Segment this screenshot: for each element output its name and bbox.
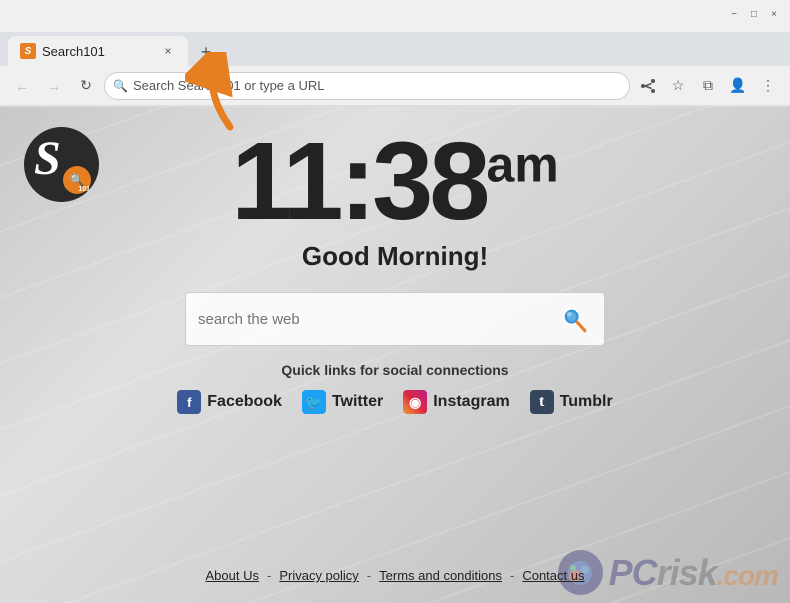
extensions-button[interactable]: ⧉ (694, 72, 722, 100)
terms-conditions-link[interactable]: Terms and conditions (379, 568, 502, 583)
reload-button[interactable]: ↻ (72, 72, 100, 100)
footer-sep-2: - (367, 568, 371, 583)
instagram-link[interactable]: ◉ Instagram (403, 390, 509, 414)
tab-bar: S Search101 × + (0, 32, 790, 66)
clock-container: 11:38am (231, 127, 559, 237)
minimize-button[interactable]: − (726, 6, 742, 22)
logo-s-letter: S (34, 131, 61, 186)
page-content: S 🔍 101 11:38am Good Morning! (0, 107, 790, 603)
new-tab-button[interactable]: + (192, 38, 220, 66)
privacy-policy-link[interactable]: Privacy policy (279, 568, 358, 583)
search-input[interactable] (198, 311, 548, 328)
search101-logo[interactable]: S 🔍 101 (24, 127, 99, 202)
search-container (185, 292, 605, 346)
search-magnifier-icon (560, 305, 588, 333)
clock-ampm: am (487, 136, 559, 192)
facebook-icon: f (177, 390, 201, 414)
active-tab[interactable]: S Search101 × (8, 36, 188, 66)
toolbar: ← → ↻ 🔍 Search Search101 or type a URL ☆… (0, 66, 790, 106)
instagram-icon: ◉ (403, 390, 427, 414)
greeting-text: Good Morning! (302, 241, 488, 272)
profile-button[interactable]: 👤 (724, 72, 752, 100)
bookmark-button[interactable]: ☆ (664, 72, 692, 100)
address-text: Search Search101 or type a URL (133, 78, 325, 93)
instagram-label: Instagram (433, 393, 509, 411)
social-links: f Facebook 🐦 Twitter ◉ Instagram t Tumbl… (177, 390, 612, 414)
pcrisk-text: PCrisk.com (609, 552, 778, 594)
toolbar-actions: ☆ ⧉ 👤 ⋮ (634, 72, 782, 100)
quick-links-label: Quick links for social connections (281, 362, 508, 378)
footer-sep-1: - (267, 568, 271, 583)
address-bar[interactable]: 🔍 Search Search101 or type a URL (104, 72, 630, 100)
forward-button[interactable]: → (40, 72, 68, 100)
tab-favicon: S (20, 43, 36, 59)
menu-button[interactable]: ⋮ (754, 72, 782, 100)
logo-101-text: 101 (78, 186, 90, 193)
close-button[interactable]: × (766, 6, 782, 22)
clock-time-value: 11:38 (231, 120, 486, 243)
tumblr-icon: t (530, 390, 554, 414)
share-button[interactable] (634, 72, 662, 100)
footer-links: About Us - Privacy policy - Terms and co… (206, 568, 585, 583)
search-input-wrapper (185, 292, 605, 346)
com-text: .com (717, 560, 778, 591)
title-bar: − □ × (0, 0, 790, 32)
search-icon: 🔍 (113, 79, 128, 93)
facebook-label: Facebook (207, 393, 282, 411)
tab-close-button[interactable]: × (160, 43, 176, 59)
tab-title: Search101 (42, 44, 105, 59)
pc-text: PC (609, 552, 657, 593)
twitter-icon: 🐦 (302, 390, 326, 414)
footer-sep-3: - (510, 568, 514, 583)
maximize-button[interactable]: □ (746, 6, 762, 22)
twitter-label: Twitter (332, 393, 383, 411)
back-button[interactable]: ← (8, 72, 36, 100)
facebook-link[interactable]: f Facebook (177, 390, 282, 414)
clock-display: 11:38am (231, 120, 559, 243)
about-us-link[interactable]: About Us (206, 568, 259, 583)
browser-chrome: − □ × S Search101 × + ← → ↻ 🔍 Search Sea… (0, 0, 790, 107)
twitter-link[interactable]: 🐦 Twitter (302, 390, 383, 414)
contact-us-link[interactable]: Contact us (522, 568, 584, 583)
tumblr-label: Tumblr (560, 393, 613, 411)
search-button[interactable] (556, 301, 592, 337)
tumblr-link[interactable]: t Tumblr (530, 390, 613, 414)
risk-text: risk (657, 552, 717, 593)
